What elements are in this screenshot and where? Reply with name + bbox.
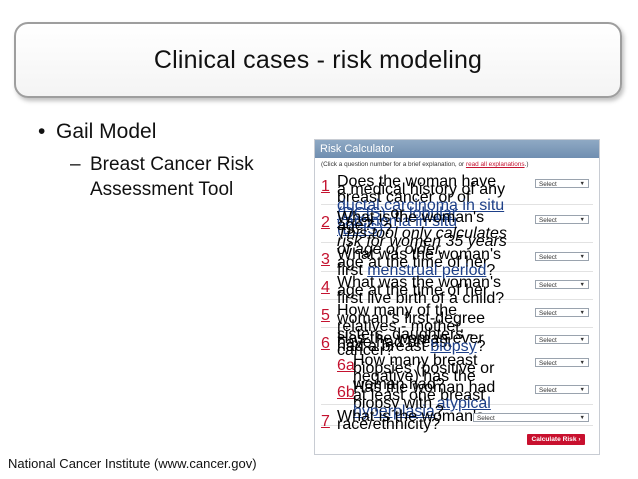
- bullet-dot-icon: •: [38, 120, 46, 143]
- question-6b-select[interactable]: Select ▼: [535, 385, 589, 394]
- question-6b-select-value: Select: [539, 387, 557, 394]
- read-all-explanations-link[interactable]: read all explanations: [466, 161, 525, 168]
- question-1-select-value: Select: [539, 181, 557, 188]
- question-7-number[interactable]: 7: [321, 413, 330, 431]
- hint-prefix: (Click a question number for a brief exp…: [321, 161, 465, 168]
- question-1: 1 Does the woman have a medical history …: [321, 174, 593, 238]
- question-6a: 6a How many breast biopsies (positive or…: [321, 353, 593, 393]
- risk-calculator-hint: (Click a question number for a brief exp…: [321, 161, 593, 168]
- bullet-gail-model: • Gail Model: [38, 120, 156, 144]
- question-5: 5 How many of the woman's first-degree r…: [321, 303, 593, 359]
- slide-title-box: Clinical cases - risk modeling: [14, 22, 622, 98]
- chevron-down-icon: ▼: [579, 310, 585, 316]
- bullet-bcrat-text: Breast Cancer Risk Assessment Tool: [90, 154, 254, 200]
- question-6-text: Has the woman ever had a breast biopsy?: [337, 331, 507, 355]
- question-5-select-value: Select: [539, 310, 557, 317]
- question-6a-select[interactable]: Select ▼: [535, 358, 589, 367]
- question-6-select[interactable]: Select ▼: [535, 335, 589, 344]
- chevron-down-icon: ▼: [579, 254, 585, 260]
- question-1-select[interactable]: Select ▼: [535, 179, 589, 188]
- question-3-select[interactable]: Select ▼: [535, 252, 589, 261]
- question-6b: 6b Has the woman had at least one breast…: [321, 380, 593, 420]
- risk-calculator-panel: Risk Calculator (Click a question number…: [314, 139, 600, 455]
- question-4-number[interactable]: 4: [321, 279, 330, 297]
- question-7: 7 What is the woman's race/ethnicity? Se…: [321, 409, 593, 433]
- question-4: 4 What was the woman's age at the time o…: [321, 274, 593, 307]
- hint-suffix: .): [524, 161, 529, 168]
- chevron-down-icon: ▼: [579, 181, 585, 187]
- question-4-text: What was the woman's age at the time of …: [337, 274, 505, 307]
- chevron-down-icon: ▼: [579, 387, 585, 393]
- question-3-select-value: Select: [539, 254, 557, 261]
- question-3: 3 What was the woman's age at the time o…: [321, 247, 593, 279]
- question-2-select[interactable]: Select ▼: [535, 215, 589, 224]
- question-4-select-value: Select: [539, 282, 557, 289]
- chevron-down-icon: ▼: [579, 282, 585, 288]
- question-3-text: What was the woman's age at the time of …: [337, 247, 507, 279]
- chevron-down-icon: ▼: [579, 415, 585, 421]
- chevron-down-icon: ▼: [579, 217, 585, 223]
- risk-calculator-header: Risk Calculator: [315, 140, 599, 158]
- question-7-select[interactable]: Select ▼: [473, 413, 589, 422]
- bullet-gail-model-text: Gail Model: [56, 120, 157, 143]
- question-6a-select-value: Select: [539, 360, 557, 367]
- question-2-number[interactable]: 2: [321, 214, 330, 232]
- calculate-risk-button[interactable]: Calculate Risk ›: [527, 434, 585, 445]
- question-5-number[interactable]: 5: [321, 307, 330, 325]
- question-1-number[interactable]: 1: [321, 178, 330, 196]
- question-7-select-value: Select: [477, 415, 495, 422]
- bullet-dash-icon: –: [70, 154, 81, 175]
- footer-source: National Cancer Institute (www.cancer.go…: [8, 456, 257, 471]
- question-2-select-value: Select: [539, 217, 557, 224]
- question-6: 6 Has the woman ever had a breast biopsy…: [321, 331, 593, 355]
- slide-title: Clinical cases - risk modeling: [153, 45, 483, 74]
- chevron-down-icon: ▼: [579, 337, 585, 343]
- question-2: 2 What is the woman's age? This tool only…: [321, 210, 593, 258]
- question-6-number[interactable]: 6: [321, 335, 330, 353]
- question-6-select-value: Select: [539, 337, 557, 344]
- question-4-select[interactable]: Select ▼: [535, 280, 589, 289]
- chevron-down-icon: ▼: [579, 360, 585, 366]
- question-3-number[interactable]: 3: [321, 251, 330, 269]
- question-5-select[interactable]: Select ▼: [535, 308, 589, 317]
